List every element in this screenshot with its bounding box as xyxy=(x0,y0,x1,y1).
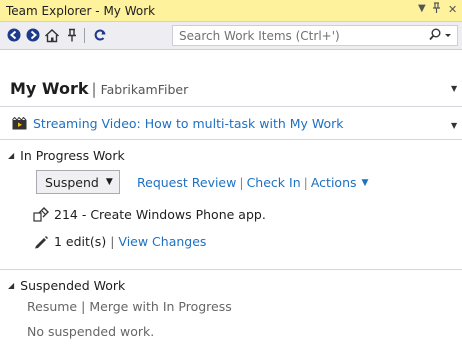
streaming-video-link[interactable]: Streaming Video: How to multi-task with … xyxy=(12,116,344,131)
link-separator: | xyxy=(239,175,244,190)
link-separator: | xyxy=(81,299,86,314)
divider xyxy=(0,139,462,140)
window-menu-icon[interactable]: ▼ xyxy=(418,3,426,14)
resume-link[interactable]: Resume xyxy=(27,299,77,314)
actions-dropdown-icon[interactable]: ▼ xyxy=(362,178,369,188)
heading-separator: | xyxy=(91,80,97,98)
forward-icon[interactable] xyxy=(24,26,42,44)
pin-toolbar-icon[interactable] xyxy=(63,26,81,44)
suspend-dropdown-icon[interactable]: ▼ xyxy=(106,177,113,187)
page-menu-chevron-icon[interactable]: ▼ xyxy=(451,84,457,93)
window-title: Team Explorer - My Work xyxy=(6,4,156,18)
edits-row: 1 edit(s) | View Changes xyxy=(33,234,206,249)
check-in-link[interactable]: Check In xyxy=(247,175,301,190)
edits-count: 1 edit(s) xyxy=(54,234,107,249)
refresh-icon[interactable] xyxy=(91,26,109,44)
project-name: FabrikamFiber xyxy=(100,82,189,97)
merge-link[interactable]: Merge with In Progress xyxy=(89,299,231,314)
home-icon[interactable] xyxy=(43,26,61,44)
in-progress-actions: Request Review | Check In | Actions ▼ xyxy=(137,175,368,190)
divider xyxy=(0,106,462,107)
collapse-triangle-icon[interactable]: ◢ xyxy=(8,151,14,160)
in-progress-section-header[interactable]: ◢ In Progress Work xyxy=(8,148,125,163)
suspend-button[interactable]: Suspend ▼ xyxy=(36,170,120,194)
in-progress-header-label: In Progress Work xyxy=(20,148,125,163)
work-item-icon xyxy=(33,207,49,222)
link-separator: | xyxy=(110,234,115,249)
suspended-actions: Resume | Merge with In Progress xyxy=(27,299,232,314)
collapse-triangle-icon[interactable]: ◢ xyxy=(8,281,14,290)
suspended-section-header[interactable]: ◢ Suspended Work xyxy=(8,278,125,293)
no-suspended-text: No suspended work. xyxy=(27,324,155,339)
video-icon xyxy=(12,117,27,130)
pin-icon[interactable] xyxy=(432,2,441,17)
pencil-icon xyxy=(33,235,49,249)
close-icon[interactable]: ✕ xyxy=(448,3,457,16)
search-placeholder: Search Work Items (Ctrl+') xyxy=(179,29,340,43)
request-review-link[interactable]: Request Review xyxy=(137,175,236,190)
divider xyxy=(0,269,462,270)
view-changes-link[interactable]: View Changes xyxy=(118,234,206,249)
suspend-label: Suspend xyxy=(45,174,99,190)
link-separator: | xyxy=(303,175,308,190)
search-work-items-input[interactable]: Search Work Items (Ctrl+') xyxy=(172,25,458,46)
actions-link[interactable]: Actions xyxy=(311,175,357,190)
back-icon[interactable] xyxy=(5,26,23,44)
work-item-row[interactable]: 214 - Create Windows Phone app. xyxy=(33,207,266,222)
page-heading: My Work | FabrikamFiber xyxy=(10,79,188,98)
work-item-label: 214 - Create Windows Phone app. xyxy=(54,207,266,222)
page-title[interactable]: My Work xyxy=(10,79,89,98)
video-menu-chevron-icon[interactable]: ▼ xyxy=(451,121,457,130)
streaming-video-label[interactable]: Streaming Video: How to multi-task with … xyxy=(33,116,344,131)
no-suspended-message: No suspended work. xyxy=(27,324,154,339)
toolbar-separator xyxy=(84,28,85,43)
suspended-header-label: Suspended Work xyxy=(20,278,126,293)
search-icon[interactable] xyxy=(429,28,451,45)
toolbar: Search Work Items (Ctrl+') xyxy=(0,22,462,50)
window-title-bar: Team Explorer - My Work ▼ ✕ xyxy=(0,0,462,22)
